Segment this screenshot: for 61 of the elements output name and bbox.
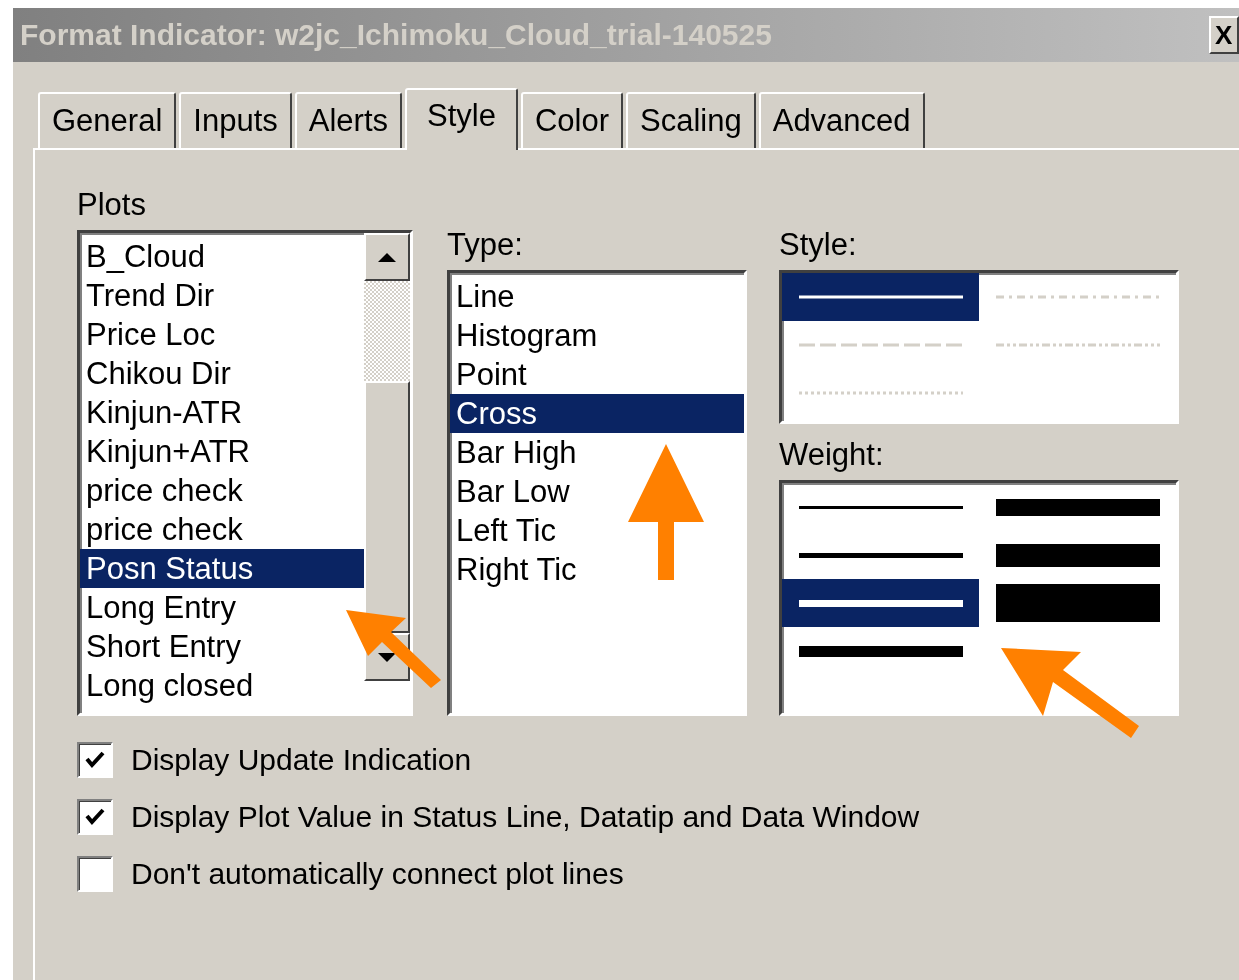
plot-item[interactable]: price check [80, 510, 364, 549]
plot-item[interactable]: Long Entry [80, 588, 364, 627]
type-item[interactable]: Cross [450, 394, 744, 433]
line-sample-icon [798, 505, 963, 509]
plot-item[interactable]: Kinjun-ATR [80, 393, 364, 432]
plot-item[interactable]: Short Entry [80, 627, 364, 666]
plot-item[interactable]: price check [80, 471, 364, 510]
plot-item[interactable]: Kinjun+ATR [80, 432, 364, 471]
checkbox[interactable] [77, 856, 113, 892]
style-list[interactable] [779, 270, 1179, 424]
weight-label: Weight: [779, 438, 885, 474]
style-label: Style: [779, 228, 858, 264]
plot-item[interactable]: Price Loc [80, 315, 364, 354]
weight-list[interactable] [779, 480, 1179, 716]
type-item[interactable]: Right Tic [450, 550, 744, 589]
line-sample-icon [798, 552, 963, 558]
checkbox[interactable] [77, 799, 113, 835]
type-item[interactable]: Left Tic [450, 511, 744, 550]
line-sample-icon [798, 599, 963, 607]
type-label: Type: [447, 228, 524, 264]
scroll-up-button[interactable] [364, 233, 410, 281]
tab[interactable]: Scaling [626, 92, 756, 148]
plot-item[interactable]: Chikou Dir [80, 354, 364, 393]
checkbox-label: Don't automatically connect plot lines [131, 857, 624, 891]
checkbox[interactable] [77, 742, 113, 778]
type-item[interactable]: Point [450, 355, 744, 394]
plot-item[interactable]: Trend Dir [80, 276, 364, 315]
type-list[interactable]: Line Histogram Point Cross Bar High Bar Low Left Tic Right Tic [447, 270, 747, 716]
line-sample-icon [798, 645, 963, 657]
checkbox-label: Display Plot Value in Status Line, Datatip and Data Window [131, 800, 920, 834]
line-style-option[interactable] [782, 273, 979, 321]
type-item[interactable]: Bar Low [450, 472, 744, 511]
tab[interactable]: Inputs [179, 92, 292, 148]
line-sample-icon [798, 343, 963, 347]
plot-item[interactable]: B_Cloud [80, 237, 364, 276]
close-button[interactable]: X [1209, 16, 1239, 54]
plot-item[interactable]: Long closed [80, 666, 364, 705]
tab[interactable]: Color [520, 92, 623, 148]
checkbox-label: Display Update Indication [131, 743, 472, 777]
line-sample-icon [798, 391, 963, 395]
line-sample-icon [995, 543, 1160, 567]
type-item[interactable]: Line [450, 277, 744, 316]
type-item[interactable]: Histogram [450, 316, 744, 355]
plot-item[interactable]: Posn Status [80, 549, 364, 588]
line-weight-option[interactable] [782, 579, 979, 627]
tab[interactable]: General [38, 92, 177, 148]
plots-list[interactable]: B_Cloud Trend Dir Price Loc Chikou Dir Kinjun-ATR Kinjun+ATR price check price check Posn Status Long Entry Short Entry Long closed [77, 230, 413, 716]
tab[interactable]: Alerts [294, 92, 402, 148]
tab[interactable]: Advanced [758, 92, 925, 148]
line-sample-icon [798, 295, 963, 299]
type-item[interactable]: Bar High [450, 433, 744, 472]
line-sample-icon [995, 584, 1160, 622]
line-sample-icon [995, 498, 1160, 516]
down-triangle-icon [378, 652, 396, 662]
scroll-thumb[interactable] [364, 381, 410, 633]
up-triangle-icon [378, 252, 396, 262]
plots-label: Plots [77, 188, 147, 224]
line-sample-icon [995, 343, 1160, 347]
tab[interactable]: Style [405, 88, 518, 150]
window-title: Format Indicator: w2jc_Ichimoku_Cloud_trial-140525 [19, 18, 773, 52]
line-sample-icon [995, 295, 1160, 299]
